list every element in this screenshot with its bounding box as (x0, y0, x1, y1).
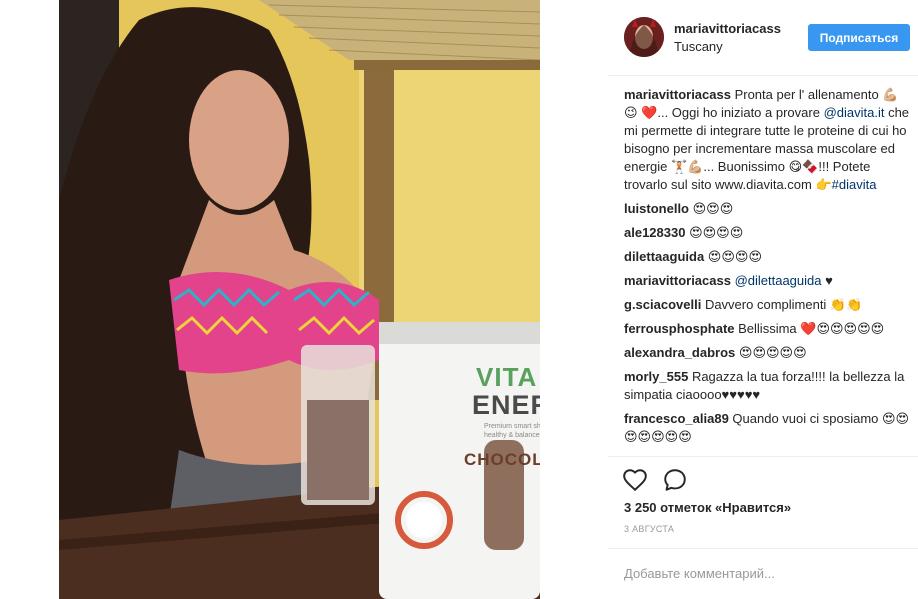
add-comment-bar (608, 548, 918, 599)
comment-text: 😍😍😍😍 (704, 249, 763, 264)
comment-username[interactable]: ale128330 (624, 225, 685, 240)
comment-row: dilettaaguida 😍😍😍😍 (624, 248, 912, 266)
post-date[interactable]: 3 августа (624, 524, 674, 534)
caption-hashtag[interactable]: #diavita (832, 177, 877, 192)
comment-text: 😍😍😍 (689, 201, 734, 216)
post-header: mariavittoriacass Tuscany Подписаться (608, 0, 918, 76)
heart-icon[interactable] (622, 467, 648, 493)
comment-text: ♥ (821, 273, 833, 288)
comment-username[interactable]: alexandra_dabros (624, 345, 735, 360)
comment-username[interactable]: luistonello (624, 201, 689, 216)
photo-illustration (59, 0, 540, 599)
comment-row: ale128330 😍😍😍😍 (624, 224, 912, 242)
comment-row: alexandra_dabros 😍😍😍😍😍 (624, 344, 912, 362)
comments-list[interactable]: mariavittoriacass Pronta per l' allename… (624, 86, 912, 454)
comment-username[interactable]: francesco_alia89 (624, 411, 729, 426)
comment-row: luistonello 😍😍😍 (624, 200, 912, 218)
follow-button[interactable]: Подписаться (808, 24, 910, 51)
comment-username[interactable]: dilettaaguida (624, 249, 704, 264)
comment-row: g.sciacovelli Davvero complimenti 👏👏 (624, 296, 912, 314)
header-location[interactable]: Tuscany (674, 39, 723, 54)
comment-mention[interactable]: @dilettaaguida (731, 273, 822, 288)
post-caption: mariavittoriacass Pronta per l' allename… (624, 86, 912, 194)
comment-text: Bellissima ❤️😍😍😍😍😍 (734, 321, 885, 336)
comment-text: 😍😍😍😍😍 (735, 345, 807, 360)
comment-text: 😍😍😍😍 (685, 225, 744, 240)
comment-username[interactable]: ferrousphosphate (624, 321, 735, 336)
comment-row: ferrousphosphate Bellissima ❤️😍😍😍😍😍 (624, 320, 912, 338)
comment-username[interactable]: mariavittoriacass (624, 273, 731, 288)
add-comment-input[interactable] (624, 563, 894, 583)
avatar-image (624, 17, 664, 57)
comment-row: francesco_alia89 Quando vuoi ci sposiamo… (624, 410, 912, 446)
likes-count[interactable]: 3 250 отметок «Нравится» (624, 500, 791, 515)
comment-row: mariavittoriacass @dilettaaguida ♥ (624, 272, 912, 290)
action-bar (608, 456, 918, 500)
avatar[interactable] (624, 17, 664, 57)
comment-username[interactable]: morly_555 (624, 369, 688, 384)
post-photo[interactable]: VITA ENERGY Premium smart shake for heal… (59, 0, 540, 599)
caption-mention[interactable]: @diavita.it (824, 105, 885, 120)
comment-username[interactable]: g.sciacovelli (624, 297, 701, 312)
caption-username[interactable]: mariavittoriacass (624, 87, 731, 102)
comment-row: morly_555 Ragazza la tua forza!!!! la be… (624, 368, 912, 404)
post-side-panel: mariavittoriacass Tuscany Подписаться ma… (608, 0, 918, 599)
comment-text: Davvero complimenti 👏👏 (701, 297, 863, 312)
comment-icon[interactable] (662, 467, 688, 493)
header-username[interactable]: mariavittoriacass (674, 21, 781, 36)
